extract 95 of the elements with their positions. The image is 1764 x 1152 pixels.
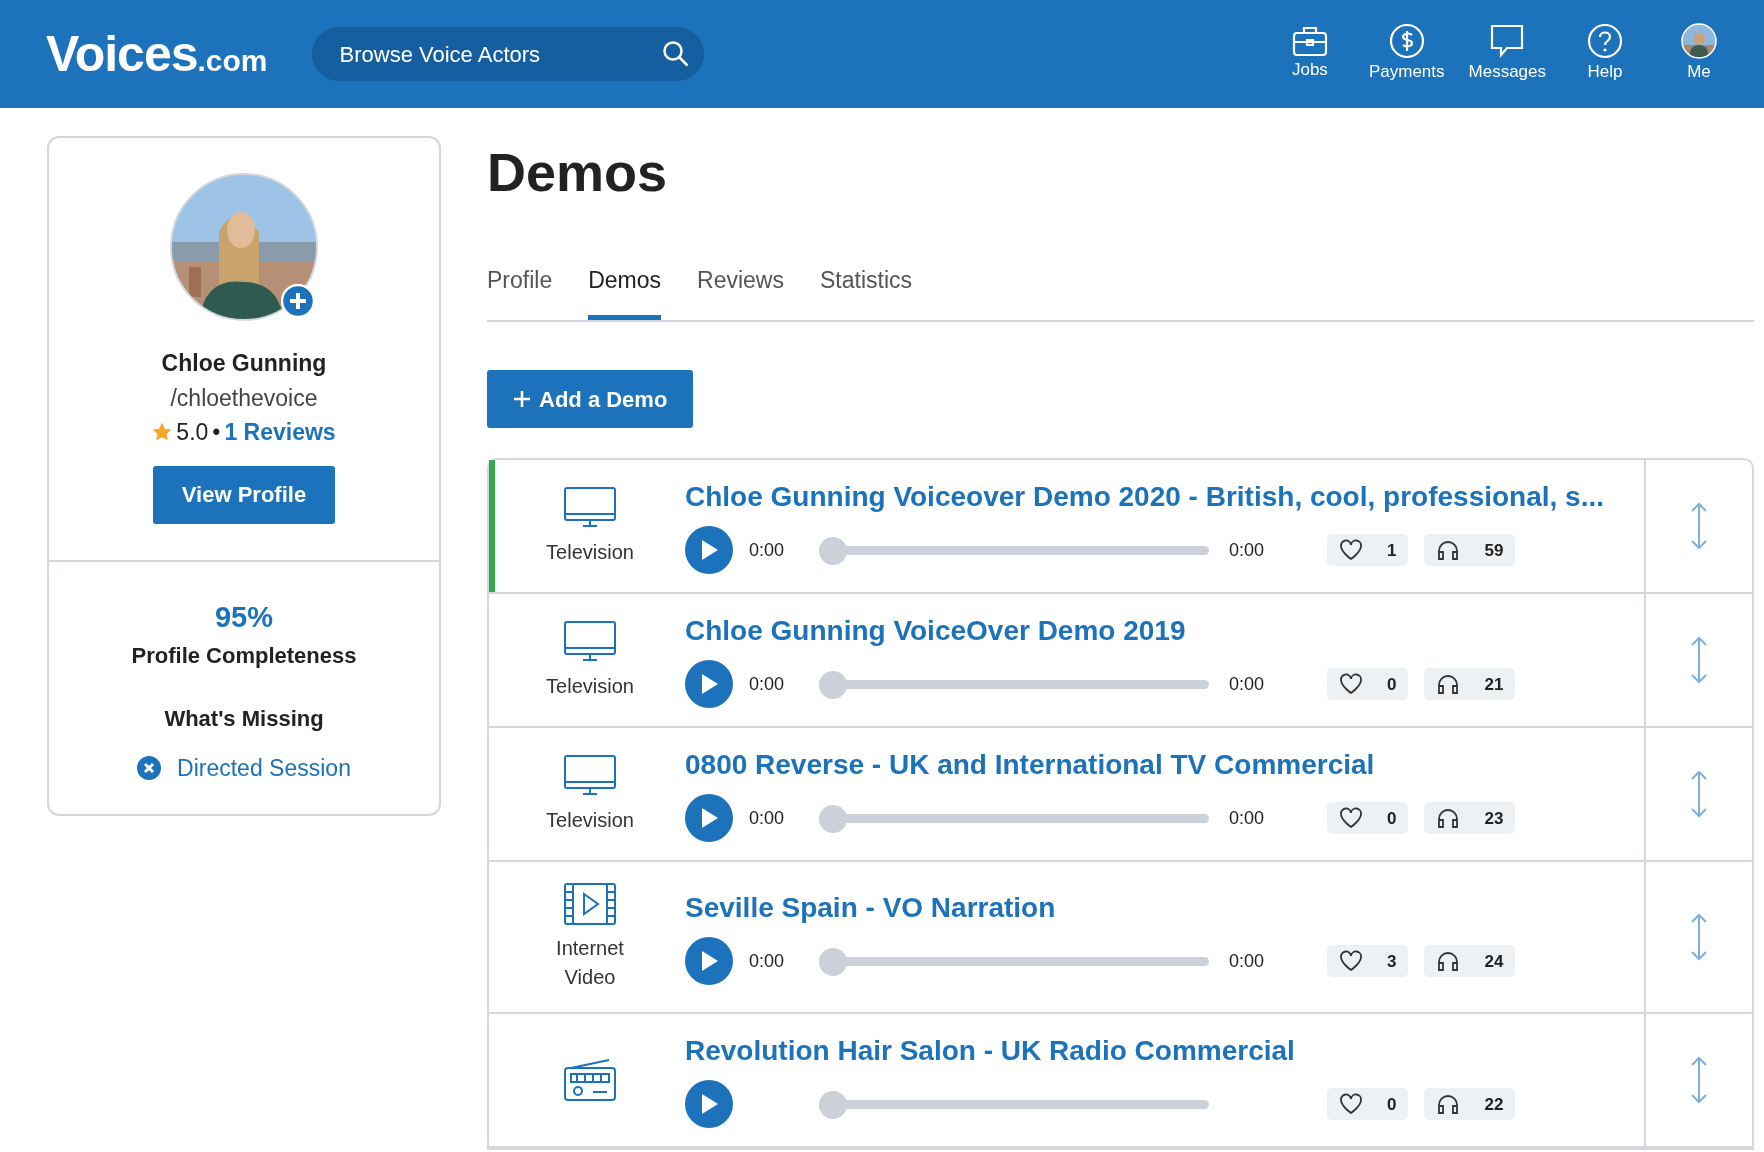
progress-slider[interactable]: [819, 670, 1209, 699]
heart-icon: [1339, 673, 1363, 696]
progress-slider[interactable]: [819, 804, 1209, 833]
tab[interactable]: Statistics: [820, 262, 912, 321]
play-button[interactable]: [685, 1080, 733, 1129]
play-button[interactable]: [685, 794, 733, 843]
reorder-arrow-icon[interactable]: [1689, 636, 1709, 685]
star-icon: [152, 422, 173, 443]
likes-count: 0: [1387, 807, 1397, 830]
headphones-icon: [1436, 807, 1461, 830]
monitor-icon: [563, 619, 617, 664]
nav-link[interactable]: Messages: [1468, 59, 1546, 85]
category-label: Television: [546, 673, 634, 699]
time-elapsed: 0:00: [749, 672, 786, 696]
demo-title-link[interactable]: Seville Spain - VO Narration: [685, 887, 1644, 930]
headphones-icon: [1436, 539, 1461, 562]
reorder-arrow-icon[interactable]: [1689, 770, 1709, 819]
play-icon: [699, 950, 719, 973]
completeness-percent: 95%: [214, 599, 273, 635]
briefcase-icon: [1291, 25, 1328, 58]
page-title: Demos: [487, 141, 669, 204]
play-icon: [699, 1093, 719, 1116]
plus-icon: [513, 390, 531, 409]
heart-icon: [1339, 950, 1363, 973]
headphones-icon: [1436, 673, 1461, 696]
time-elapsed: 0:00: [749, 949, 786, 973]
likes-count: 1: [1387, 539, 1397, 562]
progress-slider[interactable]: [819, 1090, 1209, 1119]
add-demo-button[interactable]: Add a Demo: [487, 370, 694, 429]
logo[interactable]: Voices.com: [46, 29, 268, 79]
time-duration: 0:00: [1229, 949, 1266, 973]
dollar-icon: [1388, 23, 1425, 60]
demo-title-link[interactable]: Chloe Gunning Voiceover Demo 2020 - British, cool, professional, s...: [685, 476, 1644, 519]
category-label: Internet Video: [555, 936, 625, 991]
listens-count: 22: [1484, 1093, 1504, 1116]
play-icon: [699, 539, 719, 562]
play-button[interactable]: [685, 660, 733, 709]
search-field[interactable]: Browse Voice Actors: [311, 27, 704, 81]
progress-slider[interactable]: [819, 947, 1209, 976]
likes-count: 0: [1387, 1093, 1397, 1116]
category-label: Television: [546, 539, 634, 565]
completeness-label: Profile Completeness: [131, 642, 357, 670]
tab[interactable]: Demos: [588, 262, 662, 321]
time-duration: 0:00: [1229, 672, 1266, 696]
tab[interactable]: Profile: [487, 262, 553, 321]
listens-count: 23: [1484, 807, 1504, 830]
play-icon: [699, 807, 719, 830]
category-label: Television: [546, 807, 634, 833]
reviews-link[interactable]: 1 Reviews: [224, 415, 336, 450]
time-elapsed: 0:00: [749, 538, 786, 562]
missing-item-link[interactable]: Directed Session: [177, 751, 351, 786]
time-duration: 0:00: [1229, 806, 1266, 830]
view-profile-button[interactable]: View Profile: [153, 465, 335, 524]
play-button[interactable]: [685, 937, 733, 986]
reorder-arrow-icon[interactable]: [1689, 913, 1709, 962]
reorder-arrow-icon[interactable]: [1689, 1056, 1709, 1105]
likes-count: 0: [1387, 673, 1397, 696]
likes-count: 3: [1387, 950, 1397, 973]
demo-title-link[interactable]: Chloe Gunning VoiceOver Demo 2019: [685, 610, 1644, 653]
monitor-icon: [563, 485, 617, 530]
missing-title: What's Missing: [164, 705, 324, 733]
heart-icon: [1339, 1093, 1363, 1116]
monitor-icon: [563, 753, 617, 798]
heart-icon: [1339, 807, 1363, 830]
help-icon: [1587, 23, 1623, 60]
nav-link[interactable]: Payments: [1368, 59, 1445, 85]
separator-dot: •: [212, 418, 221, 447]
heart-icon: [1339, 539, 1363, 562]
play-button[interactable]: [685, 526, 733, 575]
nav-link[interactable]: Help: [1587, 59, 1623, 85]
time-elapsed: 0:00: [749, 806, 786, 830]
chat-icon: [1489, 23, 1526, 60]
headphones-icon: [1436, 1093, 1461, 1116]
close-circle-icon: [137, 756, 162, 781]
demo-title-link[interactable]: Revolution Hair Salon - UK Radio Commercial: [685, 1030, 1644, 1073]
progress-slider[interactable]: [819, 536, 1209, 565]
listens-count: 24: [1484, 950, 1504, 973]
nav-link[interactable]: Jobs: [1291, 57, 1328, 83]
profile-handle: /chloethevoice: [170, 383, 318, 413]
film-icon: [563, 882, 617, 927]
search-input[interactable]: Browse Voice Actors: [337, 36, 638, 72]
time-duration: 0:00: [1229, 538, 1266, 562]
headphones-icon: [1436, 950, 1461, 973]
play-icon: [699, 673, 719, 696]
profile-name: Chloe Gunning: [161, 349, 327, 378]
listens-count: 21: [1484, 673, 1504, 696]
rating-text: 5.0: [176, 418, 209, 447]
tab[interactable]: Reviews: [697, 262, 784, 321]
search-icon[interactable]: [661, 40, 690, 68]
nav-link[interactable]: Me: [1687, 59, 1711, 85]
reorder-arrow-icon[interactable]: [1689, 502, 1709, 551]
listens-count: 59: [1484, 539, 1504, 562]
add-photo-icon[interactable]: [281, 284, 315, 318]
radio-icon: [563, 1058, 617, 1103]
demo-title-link[interactable]: 0800 Reverse - UK and International TV Commercial: [685, 744, 1644, 787]
